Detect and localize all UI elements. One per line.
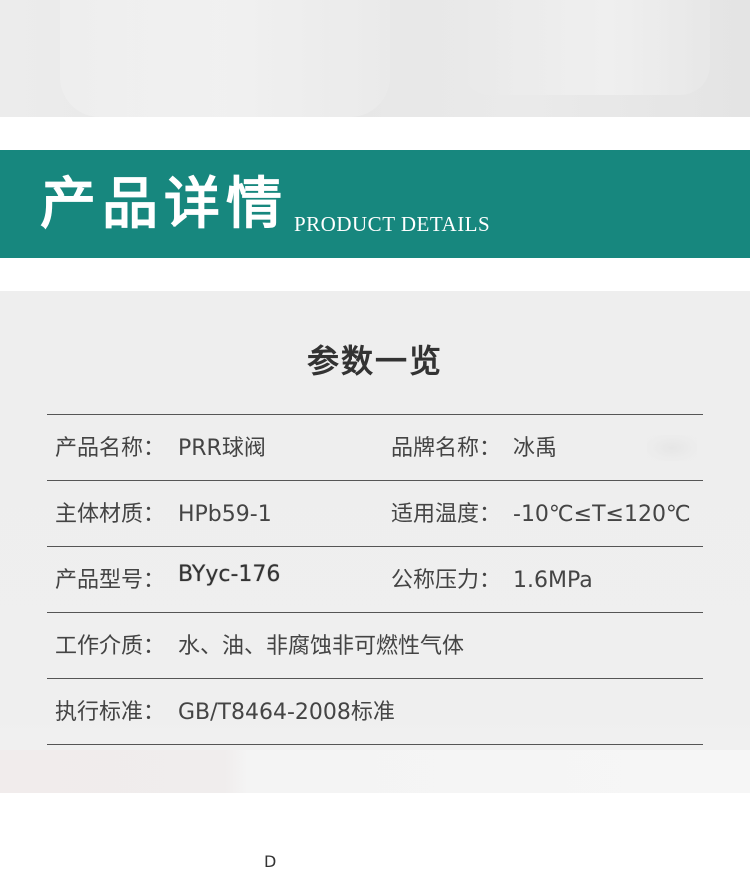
table-row: 主体材质： HPb59-1 适用温度： -10℃≤T≤120℃ [47, 481, 703, 547]
section-banner: 产品详情 PRODUCT DETAILS [0, 150, 750, 258]
param-label: 产品名称： [55, 436, 166, 461]
param-value: HPb59-1 [178, 502, 272, 527]
product-photo-shape [60, 0, 390, 117]
table-row: 工作介质： 水、油、非腐蚀非可燃性气体 [47, 613, 703, 679]
param-label: 产品型号： [55, 568, 166, 593]
top-product-photo [0, 0, 750, 117]
product-photo-shape [460, 0, 710, 95]
params-bottom-strip [0, 750, 750, 793]
param-label: 品牌名称： [391, 436, 502, 461]
banner-title-en: PRODUCT DETAILS [294, 212, 491, 236]
param-value: 1.6MPa [513, 568, 593, 593]
param-value: 冰禹 [513, 436, 558, 461]
partial-text: D [264, 852, 277, 871]
params-section: 参数一览 产品名称： PRR球阀 品牌名称： 冰禹 主体材质： HPb59-1 … [0, 291, 750, 793]
banner-title-cn: 产品详情 [40, 172, 288, 237]
table-row: 执行标准： GB/T8464-2008标准 [47, 679, 703, 745]
param-value: 水、油、非腐蚀非可燃性气体 [178, 634, 465, 659]
param-label: 主体材质： [55, 502, 166, 527]
param-value: PRR球阀 [178, 436, 266, 461]
param-value: -10℃≤T≤120℃ [513, 502, 691, 527]
param-label: 工作介质： [55, 634, 166, 659]
param-value: GB/T8464-2008标准 [178, 700, 395, 725]
param-label: 执行标准： [55, 700, 166, 725]
blurred-area [647, 435, 697, 461]
table-row: 产品名称： PRR球阀 品牌名称： 冰禹 [47, 415, 703, 481]
params-title: 参数一览 [306, 342, 443, 380]
param-label: 适用温度： [391, 502, 502, 527]
param-label: 公称压力： [391, 568, 502, 593]
param-value: BYyc-176 [178, 562, 281, 587]
table-row: 产品型号： BYyc-176 公称压力： 1.6MPa [47, 547, 703, 613]
params-table: 产品名称： PRR球阀 品牌名称： 冰禹 主体材质： HPb59-1 适用温度：… [47, 414, 703, 745]
